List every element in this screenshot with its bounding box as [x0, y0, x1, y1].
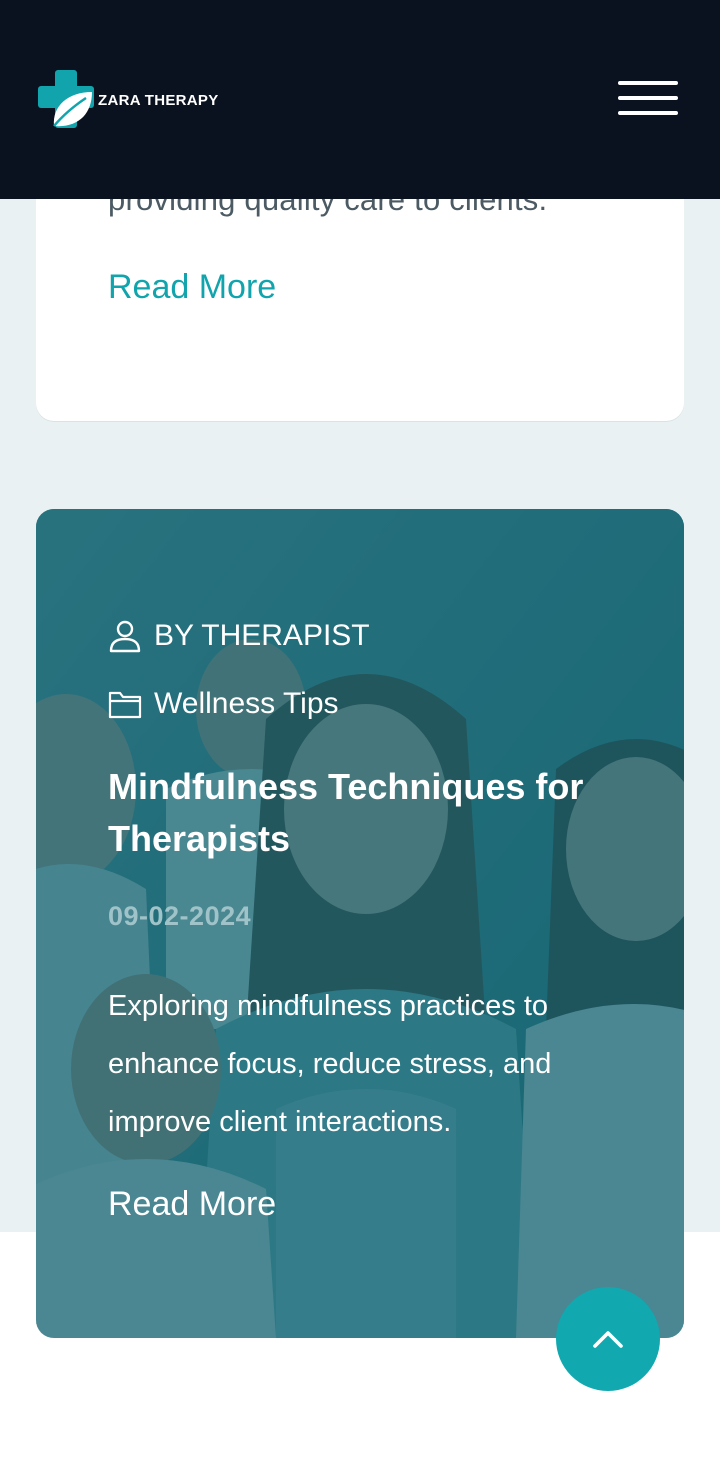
folder-icon	[108, 691, 142, 719]
post-excerpt: Exploring mindfulness practices to enhan…	[108, 990, 552, 1138]
logo-text: ZARA THERAPY	[98, 91, 219, 109]
hamburger-menu-icon[interactable]	[616, 80, 680, 118]
menu-bar	[618, 81, 678, 85]
scroll-to-top-button[interactable]	[556, 1287, 660, 1391]
site-header: ZARA THERAPY	[0, 0, 720, 199]
featured-post-read-more-link[interactable]: Read More	[108, 1185, 276, 1224]
site-logo[interactable]: ZARA THERAPY	[38, 70, 219, 130]
post-author-label: BY THERAPIST	[154, 619, 370, 652]
menu-bar	[618, 96, 678, 100]
post-category-label[interactable]: Wellness Tips	[154, 687, 339, 721]
chevron-up-icon	[593, 1331, 623, 1348]
previous-post-read-more-link[interactable]: Read More	[108, 268, 276, 307]
post-title[interactable]: Mindfulness Techniques for Therapists	[108, 761, 628, 865]
user-icon	[109, 620, 141, 653]
post-category[interactable]: Wellness Tips	[108, 687, 339, 721]
post-date: 09-02-2024	[108, 901, 252, 931]
featured-post-card: BY THERAPIST Wellness Tips Mindfulness T…	[36, 509, 684, 1338]
post-author: BY THERAPIST	[108, 619, 370, 653]
logo-cross-leaf-icon	[38, 70, 94, 128]
menu-bar	[618, 111, 678, 115]
